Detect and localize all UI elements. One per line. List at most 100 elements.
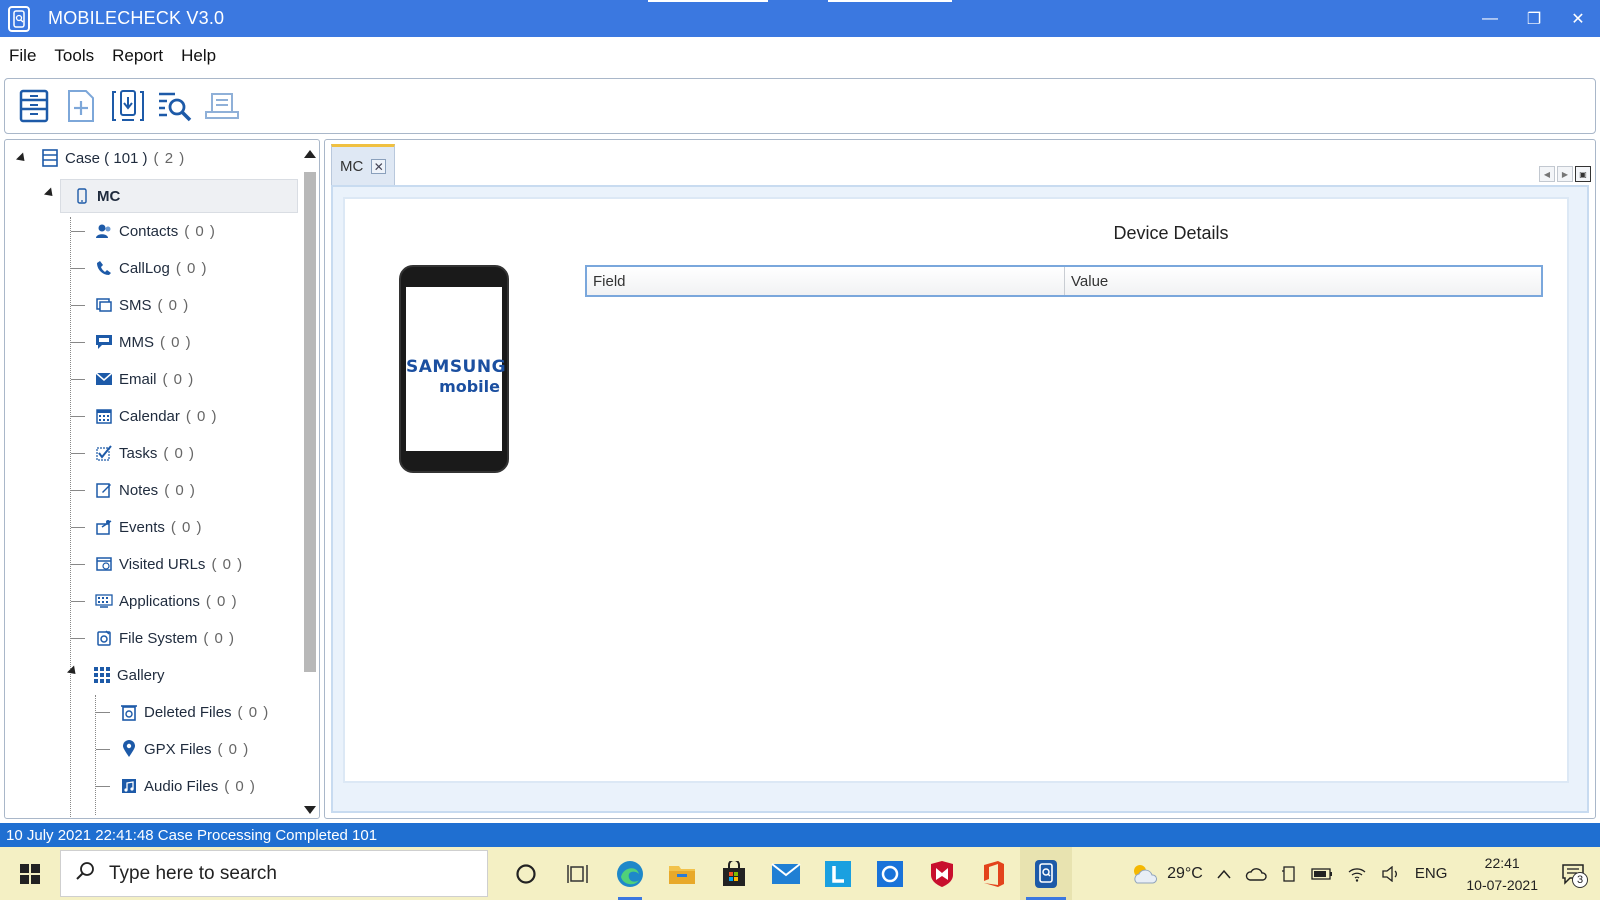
device-icon: [1281, 865, 1295, 882]
tree-item-contacts[interactable]: Contacts ( 0 ): [71, 216, 216, 246]
collapse-arrow-icon[interactable]: [15, 151, 29, 165]
wifi-button[interactable]: [1347, 866, 1367, 882]
column-header-value[interactable]: Value: [1065, 267, 1541, 295]
taskbar-edge[interactable]: [604, 847, 656, 900]
window-controls: — ❐ ✕: [1468, 0, 1600, 37]
tree-item-tasks[interactable]: Tasks ( 0 ): [71, 438, 195, 468]
import-device-icon: [112, 90, 144, 121]
tree-item-label: Notes: [119, 481, 159, 499]
import-device-button[interactable]: [109, 86, 147, 126]
deleted-files-icon: [120, 703, 138, 721]
tab-list-icon[interactable]: ▣: [1575, 166, 1591, 182]
taskbar-mcafee[interactable]: [916, 847, 968, 900]
title-bar-strip: [648, 0, 768, 2]
notification-center-button[interactable]: 3: [1556, 857, 1590, 891]
tree-item-mms[interactable]: MMS ( 0 ): [71, 327, 192, 357]
cortana-button[interactable]: [500, 847, 552, 900]
location-pin-icon: [120, 740, 138, 758]
tree-item-notes[interactable]: Notes ( 0 ): [71, 475, 196, 505]
title-bar-strip: [828, 0, 952, 2]
search-placeholder: Type here to search: [109, 862, 277, 884]
menu-tools[interactable]: Tools: [54, 46, 94, 66]
tree-item-applications[interactable]: Applications ( 0 ): [71, 586, 238, 616]
tab-mc[interactable]: MC ✕: [331, 144, 395, 186]
weather-widget[interactable]: 29°C: [1129, 863, 1203, 885]
tree-item-email[interactable]: Email ( 0 ): [71, 364, 194, 394]
tree-item-calllog[interactable]: CallLog ( 0 ): [71, 253, 208, 283]
tab-scroll-left-icon[interactable]: ◀: [1539, 166, 1555, 182]
url-icon: [95, 555, 113, 573]
windows-taskbar: Type here to search 29°C ENG 22:41 10-07…: [0, 847, 1600, 900]
restore-button[interactable]: ❐: [1512, 0, 1556, 37]
taskbar-search-box[interactable]: Type here to search: [60, 850, 488, 897]
taskbar-mobilecheck[interactable]: [1020, 847, 1072, 900]
close-button[interactable]: ✕: [1556, 0, 1600, 37]
taskbar-mail[interactable]: [760, 847, 812, 900]
tree-item-label: SMS: [119, 296, 152, 314]
status-text: 10 July 2021 22:41:48 Case Processing Co…: [6, 826, 378, 844]
menu-file[interactable]: File: [9, 46, 36, 66]
file-explorer-icon: [669, 865, 695, 884]
onedrive-button[interactable]: [1245, 867, 1267, 881]
tree-item-count: ( 0 ): [160, 333, 192, 351]
language-indicator[interactable]: ENG: [1415, 865, 1448, 882]
toolbar: [4, 78, 1596, 134]
samsung-logo-text: SAMSUNG: [406, 357, 507, 377]
tree-item-calendar[interactable]: Calendar ( 0 ): [71, 401, 218, 431]
battery-icon: [1311, 867, 1332, 880]
tree-item-label: Events: [119, 518, 165, 536]
tree-item-file-system[interactable]: File System ( 0 ): [71, 623, 235, 653]
scroll-up-arrow-icon[interactable]: [304, 150, 316, 158]
menu-bar: File Tools Report Help: [0, 37, 1600, 75]
device-tray-button[interactable]: [1281, 865, 1297, 883]
events-icon: [95, 518, 113, 536]
phone-icon: [95, 259, 113, 277]
taskbar-file-explorer[interactable]: [656, 847, 708, 900]
search-button[interactable]: [156, 86, 194, 126]
tree-item-events[interactable]: Events ( 0 ): [71, 512, 203, 542]
edge-browser-icon: [617, 860, 643, 887]
tree-item-sms[interactable]: SMS ( 0 ): [71, 290, 189, 320]
open-case-button[interactable]: [15, 86, 53, 126]
tree-scrollbar[interactable]: [303, 150, 317, 814]
tree-device-mc[interactable]: MC: [60, 179, 298, 213]
tree-device-label: MC: [97, 187, 121, 205]
collapse-arrow-icon[interactable]: [43, 187, 57, 200]
device-details-frame: Device Details SAMSUNG mobile Field Valu…: [343, 197, 1569, 783]
tree-item-count: ( 0 ): [217, 740, 250, 758]
taskbar-app-l[interactable]: [812, 847, 864, 900]
report-button[interactable]: [203, 86, 241, 126]
tree-root-case[interactable]: Case ( 101 ) ( 2 ): [15, 143, 185, 173]
taskbar-app-circle[interactable]: [864, 847, 916, 900]
scrollbar-thumb[interactable]: [304, 172, 316, 672]
weather-cloud-sun-icon: [1134, 864, 1158, 883]
tab-scroll-right-icon[interactable]: ▶: [1557, 166, 1573, 182]
start-button[interactable]: [0, 847, 60, 900]
tree-item-visited-urls[interactable]: Visited URLs ( 0 ): [71, 549, 243, 579]
minimize-button[interactable]: —: [1468, 0, 1512, 37]
taskbar-clock[interactable]: 22:41 10-07-2021: [1466, 852, 1538, 896]
tree-item-deleted-files[interactable]: Deleted Files ( 0 ): [96, 697, 269, 727]
tree-item-gallery[interactable]: Gallery: [93, 660, 165, 690]
wifi-icon: [1348, 867, 1366, 882]
contacts-icon: [95, 222, 113, 240]
taskbar-store[interactable]: [708, 847, 760, 900]
menu-help[interactable]: Help: [181, 46, 216, 66]
new-case-button[interactable]: [62, 86, 100, 126]
tree-item-audio-files[interactable]: Audio Files ( 0 ): [96, 771, 256, 801]
volume-button[interactable]: [1381, 865, 1401, 882]
tab-close-icon[interactable]: ✕: [371, 159, 387, 174]
taskbar-office[interactable]: [968, 847, 1020, 900]
task-view-button[interactable]: [552, 847, 604, 900]
column-header-field[interactable]: Field: [587, 267, 1065, 295]
tree-item-gpx-files[interactable]: GPX Files ( 0 ): [96, 734, 249, 764]
show-hidden-icons-button[interactable]: [1217, 869, 1231, 879]
tree-item-count: ( 0 ): [163, 444, 196, 462]
scroll-down-arrow-icon[interactable]: [304, 806, 316, 814]
menu-report[interactable]: Report: [112, 46, 163, 66]
tree-item-label: Applications: [119, 592, 200, 610]
battery-button[interactable]: [1311, 867, 1333, 880]
tree-item-label: Audio Files: [144, 777, 219, 795]
ring-app-icon: [877, 860, 903, 887]
collapse-arrow-icon[interactable]: [66, 665, 80, 678]
